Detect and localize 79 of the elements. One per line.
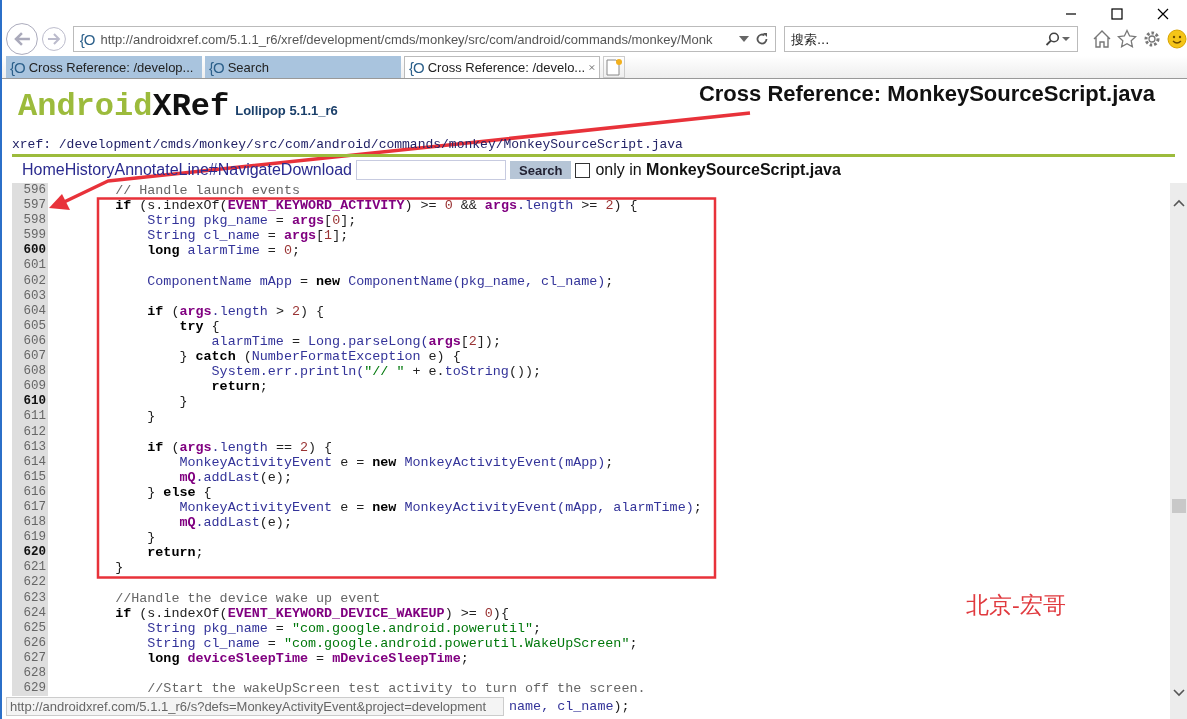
maximize-icon[interactable] [1111, 8, 1123, 20]
search-icon[interactable] [1045, 32, 1071, 46]
line-number: 600 [12, 243, 48, 259]
code-line: try { [178, 318, 220, 334]
code-line: // Handle launch events [114, 183, 300, 199]
code-line: String pkg_name = args[0]; [146, 213, 357, 229]
line-number: 611 [12, 409, 48, 425]
line-number: 620 [12, 545, 48, 561]
code-line: System.err.println("// " + e.toString()); [210, 364, 542, 380]
scroll-thumb[interactable] [1171, 499, 1186, 513]
code-line: alarmTime = Long.parseLong(args[2]); [210, 333, 501, 350]
close-icon[interactable] [1157, 8, 1169, 20]
search-input[interactable] [356, 160, 506, 180]
code-line: ComponentName mApp = new ComponentName(pkg_name, cl_name); [146, 273, 614, 289]
line-number: 629 [12, 681, 48, 697]
code-line: String cl_name = args[1]; [146, 228, 349, 244]
code-line: mQ.addLast(e); [178, 515, 292, 531]
search-field[interactable]: 搜索... [784, 26, 1078, 52]
code-line: } [146, 530, 156, 546]
refresh-icon[interactable] [755, 32, 769, 46]
version-label: Lollipop 5.1.1_r6 [235, 103, 338, 118]
code-line: String cl_name = "com.google.android.powerutil.WakeUpScreen"; [146, 635, 638, 651]
line-number: 610 [12, 394, 48, 410]
code-line: } catch (NumberFormatException e) { [178, 349, 461, 365]
scrollbar[interactable] [1170, 183, 1187, 719]
code-line: MonkeyActivityEvent e = new MonkeyActivityEvent(mApp, alarmTime); [178, 499, 702, 516]
line-number: 618 [12, 515, 48, 531]
code-line: long alarmTime = 0; [146, 243, 300, 259]
code-line: } [146, 409, 156, 425]
annotation-caption: 北京-宏哥 [966, 591, 1066, 620]
smiley-icon[interactable] [1167, 29, 1187, 49]
code-line: if (args.length > 2) { [146, 303, 325, 319]
nav-link[interactable]: Home [22, 161, 65, 179]
search-button[interactable]: Search [510, 161, 572, 179]
code-line: } [114, 560, 124, 576]
browser-tab[interactable]: {O Cross Reference: /develop... [6, 56, 202, 78]
nav-link[interactable]: Download [280, 161, 352, 179]
code-line: return; [146, 545, 204, 561]
code-line: MonkeyActivityEvent e = new MonkeyActivityEvent(mApp); [178, 454, 614, 470]
line-number: 598 [12, 213, 48, 229]
scroll-down-icon[interactable] [1172, 689, 1185, 697]
dropdown-icon[interactable] [739, 36, 749, 42]
line-number: 628 [12, 666, 48, 682]
code-line: long deviceSleepTime = mDeviceSleepTime; [146, 650, 469, 666]
code-line: if (args.length == 2) { [146, 439, 333, 455]
checkbox[interactable] [575, 162, 591, 178]
line-number: 619 [12, 530, 48, 546]
code-line: name, cl_name); [509, 699, 630, 714]
logo: AndroidXRef [18, 88, 230, 125]
code-line: String pkg_name = "com.google.android.powerutil"; [146, 620, 542, 636]
checkbox-label: only in MonkeySourceScript.java [595, 161, 841, 179]
code-line: return; [210, 379, 268, 395]
status-tooltip: http://androidxref.com/5.1.1_r6/s?defs=MonkeyActivityEvent&project=development [6, 697, 504, 716]
address-bar[interactable]: {O http://androidxref.com/5.1.1_r6/xref/development/cmds/monkey/src/com/android/commands/monkey/Monk [72, 26, 776, 52]
code-line: if (s.indexOf(EVENT_KEYWORD_DEVICE_WAKEUP) >= 0){ [114, 605, 509, 621]
line-number: 599 [12, 228, 48, 244]
line-number: 621 [12, 560, 48, 576]
browser-tab[interactable]: {O Search [205, 56, 401, 78]
line-number: 596 [12, 183, 48, 199]
home-icon[interactable] [1092, 29, 1112, 49]
line-number: 609 [12, 379, 48, 395]
line-number: 607 [12, 349, 48, 365]
code-line: //Start the wakeUpScreen test activity to turn off the screen. [146, 681, 646, 697]
code-line: } else { [146, 484, 212, 500]
scroll-up-icon[interactable] [1172, 199, 1185, 207]
code-line: mQ.addLast(e); [178, 469, 292, 485]
nav-link[interactable]: Annotate [114, 161, 179, 179]
star-icon[interactable] [1117, 29, 1137, 49]
code-line: } [178, 394, 188, 410]
code-line: //Handle the device wake up event [114, 590, 381, 606]
line-number: 601 [12, 258, 48, 274]
settings-icon[interactable] [1142, 29, 1162, 49]
line-number: 608 [12, 364, 48, 380]
page-title: Cross Reference: MonkeySourceScript.java [698, 81, 1155, 108]
line-number: 622 [12, 575, 48, 591]
line-number: 597 [12, 198, 48, 214]
code-line: if (s.indexOf(EVENT_KEYWORD_ACTIVITY) >= 0 && args.length >= 2) { [114, 198, 638, 214]
browser-tab[interactable]: {O Cross Reference: /develo... [404, 56, 600, 78]
nav-link[interactable]: History [64, 161, 115, 179]
